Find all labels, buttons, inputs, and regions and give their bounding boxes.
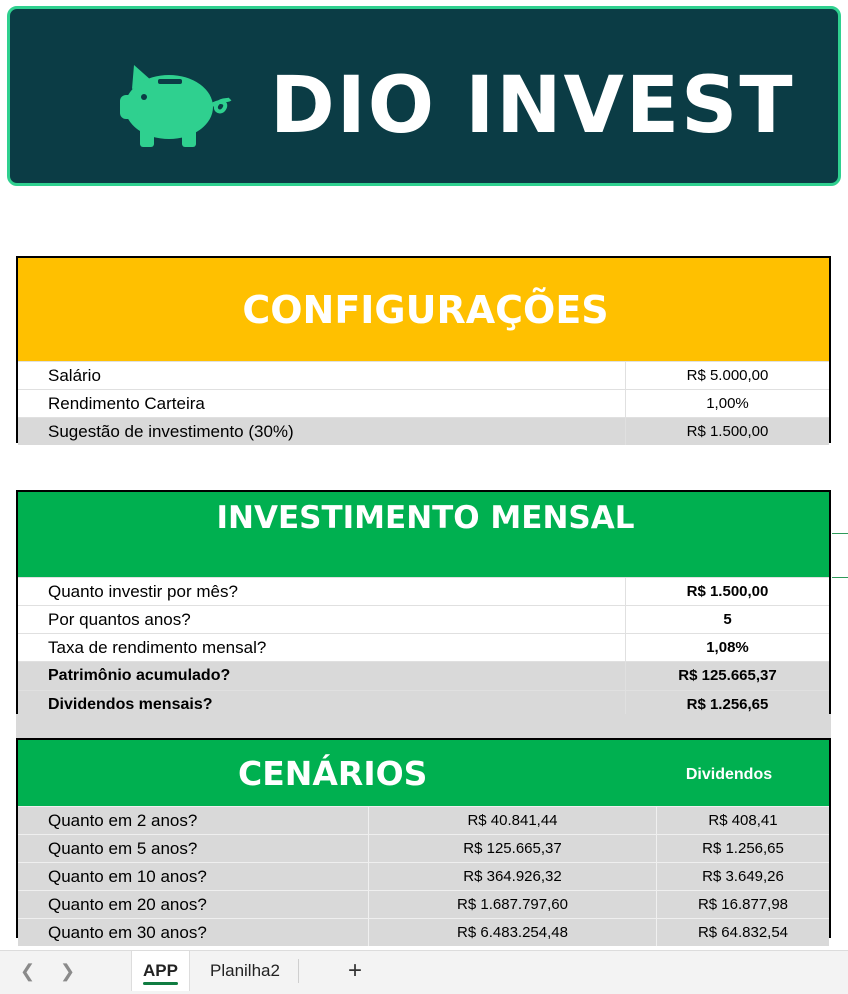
cell-value[interactable]: R$ 6.483.254,48 bbox=[368, 919, 656, 946]
empty-row[interactable] bbox=[16, 714, 831, 738]
table-row[interactable]: Quanto em 5 anos? R$ 125.665,37 R$ 1.256… bbox=[18, 834, 829, 862]
cell-value[interactable]: R$ 1.500,00 bbox=[625, 418, 829, 445]
sheet-tab-app[interactable]: APP bbox=[131, 951, 190, 991]
cell-label[interactable]: Quanto em 2 anos? bbox=[18, 807, 368, 834]
table-row[interactable]: Quanto em 10 anos? R$ 364.926,32 R$ 3.64… bbox=[18, 862, 829, 890]
cenarios-title: CENÁRIOS bbox=[238, 754, 428, 793]
cell-label[interactable]: Sugestão de investimento (30%) bbox=[18, 418, 625, 445]
table-row[interactable]: Quanto em 2 anos? R$ 40.841,44 R$ 408,41 bbox=[18, 806, 829, 834]
cell-label[interactable]: Quanto investir por mês? bbox=[18, 578, 625, 605]
table-row[interactable]: Quanto em 30 anos? R$ 6.483.254,48 R$ 64… bbox=[18, 918, 829, 946]
config-header: CONFIGURAÇÕES bbox=[18, 258, 829, 361]
config-title: CONFIGURAÇÕES bbox=[242, 288, 609, 332]
chevron-right-icon[interactable]: ❯ bbox=[60, 961, 75, 982]
invest-header: INVESTIMENTO MENSAL bbox=[18, 492, 829, 577]
chevron-left-icon[interactable]: ❮ bbox=[20, 961, 35, 982]
row-rendimento-carteira[interactable]: Rendimento Carteira 1,00% bbox=[18, 389, 829, 417]
row-salario[interactable]: Salário R$ 5.000,00 bbox=[18, 361, 829, 389]
cell-border bbox=[832, 533, 848, 534]
row-sugestao[interactable]: Sugestão de investimento (30%) R$ 1.500,… bbox=[18, 417, 829, 445]
cell-label[interactable]: Quanto em 20 anos? bbox=[18, 891, 368, 918]
dividendos-column-header: Dividendos bbox=[685, 766, 773, 783]
sheet-tab-label: APP bbox=[143, 961, 178, 980]
invest-section: INVESTIMENTO MENSAL Quanto investir por … bbox=[16, 490, 831, 720]
cell-label[interactable]: Taxa de rendimento mensal? bbox=[18, 634, 625, 661]
cenarios-section: CENÁRIOS Dividendos Quanto em 2 anos? R$… bbox=[16, 738, 831, 946]
active-tab-indicator bbox=[143, 982, 178, 985]
row-quanto-investir[interactable]: Quanto investir por mês? R$ 1.500,00 bbox=[18, 577, 829, 605]
cell-value[interactable]: R$ 1.500,00 bbox=[625, 578, 829, 605]
sheet-tab-planilha2[interactable]: Planilha2 bbox=[210, 951, 280, 991]
invest-title: INVESTIMENTO MENSAL bbox=[216, 500, 635, 536]
config-section: CONFIGURAÇÕES Salário R$ 5.000,00 Rendim… bbox=[16, 256, 831, 445]
cell-dividendos[interactable]: R$ 64.832,54 bbox=[656, 919, 829, 946]
cell-dividendos[interactable]: R$ 16.877,98 bbox=[656, 891, 829, 918]
cell-value[interactable]: 5 bbox=[625, 606, 829, 633]
cell-value[interactable]: R$ 5.000,00 bbox=[625, 362, 829, 389]
cell-dividendos[interactable]: R$ 1.256,65 bbox=[656, 835, 829, 862]
add-sheet-button[interactable]: + bbox=[348, 957, 362, 985]
cell-value[interactable]: R$ 364.926,32 bbox=[368, 863, 656, 890]
cell-value[interactable]: R$ 125.665,37 bbox=[625, 662, 829, 690]
cell-label[interactable]: Patrimônio acumulado? bbox=[18, 662, 625, 690]
table-row[interactable]: Quanto em 20 anos? R$ 1.687.797,60 R$ 16… bbox=[18, 890, 829, 918]
cell-value[interactable]: R$ 125.665,37 bbox=[368, 835, 656, 862]
cell-value[interactable]: R$ 40.841,44 bbox=[368, 807, 656, 834]
cell-label[interactable]: Quanto em 30 anos? bbox=[18, 919, 368, 946]
app-banner: DIO INVEST bbox=[7, 6, 841, 186]
cell-border bbox=[832, 577, 848, 578]
piggy-bank-icon bbox=[120, 65, 232, 147]
brand-title: DIO INVEST bbox=[270, 61, 795, 151]
cell-value[interactable]: R$ 1.687.797,60 bbox=[368, 891, 656, 918]
row-taxa-mensal[interactable]: Taxa de rendimento mensal? 1,08% bbox=[18, 633, 829, 661]
cell-value[interactable]: 1,08% bbox=[625, 634, 829, 661]
cell-dividendos[interactable]: R$ 408,41 bbox=[656, 807, 829, 834]
cell-label[interactable]: Quanto em 5 anos? bbox=[18, 835, 368, 862]
cell-label[interactable]: Rendimento Carteira bbox=[18, 390, 625, 417]
cenarios-header: CENÁRIOS Dividendos bbox=[18, 740, 829, 806]
cell-label[interactable]: Quanto em 10 anos? bbox=[18, 863, 368, 890]
tab-separator bbox=[298, 959, 299, 983]
cell-label[interactable]: Salário bbox=[18, 362, 625, 389]
row-quantos-anos[interactable]: Por quantos anos? 5 bbox=[18, 605, 829, 633]
cell-value[interactable]: 1,00% bbox=[625, 390, 829, 417]
sheet-tab-label: Planilha2 bbox=[210, 961, 280, 980]
cell-label[interactable]: Por quantos anos? bbox=[18, 606, 625, 633]
sheet-tab-bar: ❮ ❯ APP Planilha2 + bbox=[0, 950, 848, 994]
row-patrimonio[interactable]: Patrimônio acumulado? R$ 125.665,37 bbox=[18, 661, 829, 690]
cell-dividendos[interactable]: R$ 3.649,26 bbox=[656, 863, 829, 890]
